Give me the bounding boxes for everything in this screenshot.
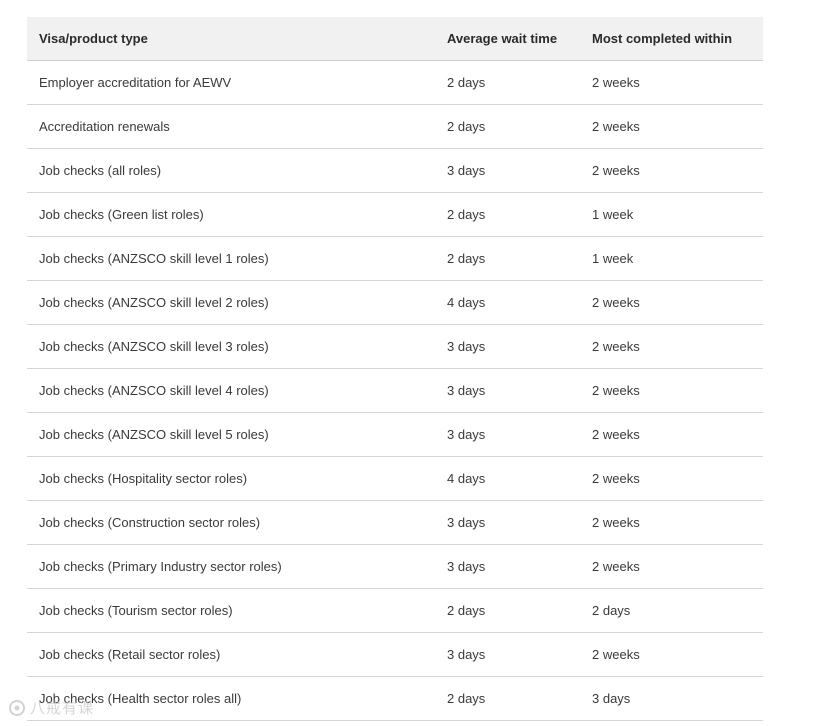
table-header: Visa/product type Average wait time Most… — [27, 17, 763, 61]
cell-average-wait: 3 days — [435, 324, 580, 369]
cell-most-completed: 3 days — [580, 676, 763, 721]
header-row: Visa/product type Average wait time Most… — [27, 17, 763, 61]
table-row: Job checks (Green list roles) 2 days 1 wee… — [27, 192, 763, 237]
cell-visa-type: Job checks (ANZSCO skill level 1 roles) — [27, 236, 435, 281]
cell-most-completed: 2 weeks — [580, 368, 763, 413]
table-row: Employer accreditation for AEWV 2 days 2 w… — [27, 60, 763, 105]
wait-times-table: Visa/product type Average wait time Most… — [27, 17, 763, 721]
cell-average-wait: 3 days — [435, 632, 580, 677]
cell-visa-type: Job checks (ANZSCO skill level 5 roles) — [27, 412, 435, 457]
table-row: Job checks (Hospitality sector roles) 4 d… — [27, 456, 763, 501]
cell-most-completed: 2 weeks — [580, 104, 763, 149]
cell-average-wait: 3 days — [435, 500, 580, 545]
cell-average-wait: 2 days — [435, 104, 580, 149]
cell-average-wait: 3 days — [435, 412, 580, 457]
cell-visa-type: Job checks (Construction sector roles) — [27, 500, 435, 545]
cell-most-completed: 1 week — [580, 236, 763, 281]
cell-average-wait: 2 days — [435, 588, 580, 633]
cell-average-wait: 3 days — [435, 544, 580, 589]
cell-visa-type: Employer accreditation for AEWV — [27, 60, 435, 105]
cell-most-completed: 2 weeks — [580, 632, 763, 677]
cell-visa-type: Job checks (Retail sector roles) — [27, 632, 435, 677]
cell-most-completed: 2 weeks — [580, 148, 763, 193]
cell-average-wait: 3 days — [435, 368, 580, 413]
cell-average-wait: 2 days — [435, 676, 580, 721]
cell-average-wait: 4 days — [435, 456, 580, 501]
table-row: Job checks (ANZSCO skill level 5 roles) 3… — [27, 412, 763, 457]
watermark-logo-icon — [9, 699, 25, 716]
cell-visa-type: Job checks (ANZSCO skill level 3 roles) — [27, 324, 435, 369]
table-row: Job checks (Health sector roles all) 2 da… — [27, 676, 763, 721]
cell-most-completed: 2 weeks — [580, 324, 763, 369]
cell-visa-type: Job checks (Tourism sector roles) — [27, 588, 435, 633]
cell-average-wait: 3 days — [435, 148, 580, 193]
cell-visa-type: Job checks (ANZSCO skill level 2 roles) — [27, 280, 435, 325]
table-row: Job checks (Primary Industry sector role… — [27, 544, 763, 589]
table-row: Job checks (ANZSCO skill level 2 roles) 4… — [27, 280, 763, 325]
table-row: Job checks (Tourism sector roles) 2 days 2… — [27, 588, 763, 633]
header-visa-type: Visa/product type — [27, 17, 435, 61]
cell-visa-type: Job checks (Hospitality sector roles) — [27, 456, 435, 501]
watermark-text: 八戒有课 — [30, 699, 95, 717]
cell-visa-type: Job checks (all roles) — [27, 148, 435, 193]
cell-most-completed: 2 days — [580, 588, 763, 633]
cell-most-completed: 2 weeks — [580, 60, 763, 105]
header-average-wait: Average wait time — [435, 17, 580, 61]
watermark: 八戒有课 — [8, 697, 94, 718]
cell-most-completed: 2 weeks — [580, 280, 763, 325]
table-row: Job checks (ANZSCO skill level 1 roles) 2… — [27, 236, 763, 281]
cell-average-wait: 4 days — [435, 280, 580, 325]
table-row: Job checks (Retail sector roles) 3 days 2 … — [27, 632, 763, 677]
table-row: Accreditation renewals 2 days 2 weeks — [27, 104, 763, 149]
table-row: Job checks (ANZSCO skill level 3 roles) 3… — [27, 324, 763, 369]
wait-times-table-container: Visa/product type Average wait time Most… — [27, 17, 763, 721]
cell-most-completed: 2 weeks — [580, 500, 763, 545]
cell-average-wait: 2 days — [435, 192, 580, 237]
cell-average-wait: 2 days — [435, 60, 580, 105]
cell-most-completed: 2 weeks — [580, 456, 763, 501]
cell-average-wait: 2 days — [435, 236, 580, 281]
table-row: Job checks (Construction sector roles) 3 … — [27, 500, 763, 545]
cell-visa-type: Job checks (Green list roles) — [27, 192, 435, 237]
table-row: Job checks (all roles) 3 days 2 weeks — [27, 148, 763, 193]
cell-most-completed: 2 weeks — [580, 544, 763, 589]
table-body: Employer accreditation for AEWV 2 days 2 w… — [27, 60, 763, 721]
table-row: Job checks (ANZSCO skill level 4 roles) 3… — [27, 368, 763, 413]
cell-visa-type: Job checks (ANZSCO skill level 4 roles) — [27, 368, 435, 413]
cell-most-completed: 2 weeks — [580, 412, 763, 457]
cell-most-completed: 1 week — [580, 192, 763, 237]
cell-visa-type: Job checks (Primary Industry sector role… — [27, 544, 435, 589]
cell-visa-type: Accreditation renewals — [27, 104, 435, 149]
header-most-completed: Most completed within — [580, 17, 763, 61]
